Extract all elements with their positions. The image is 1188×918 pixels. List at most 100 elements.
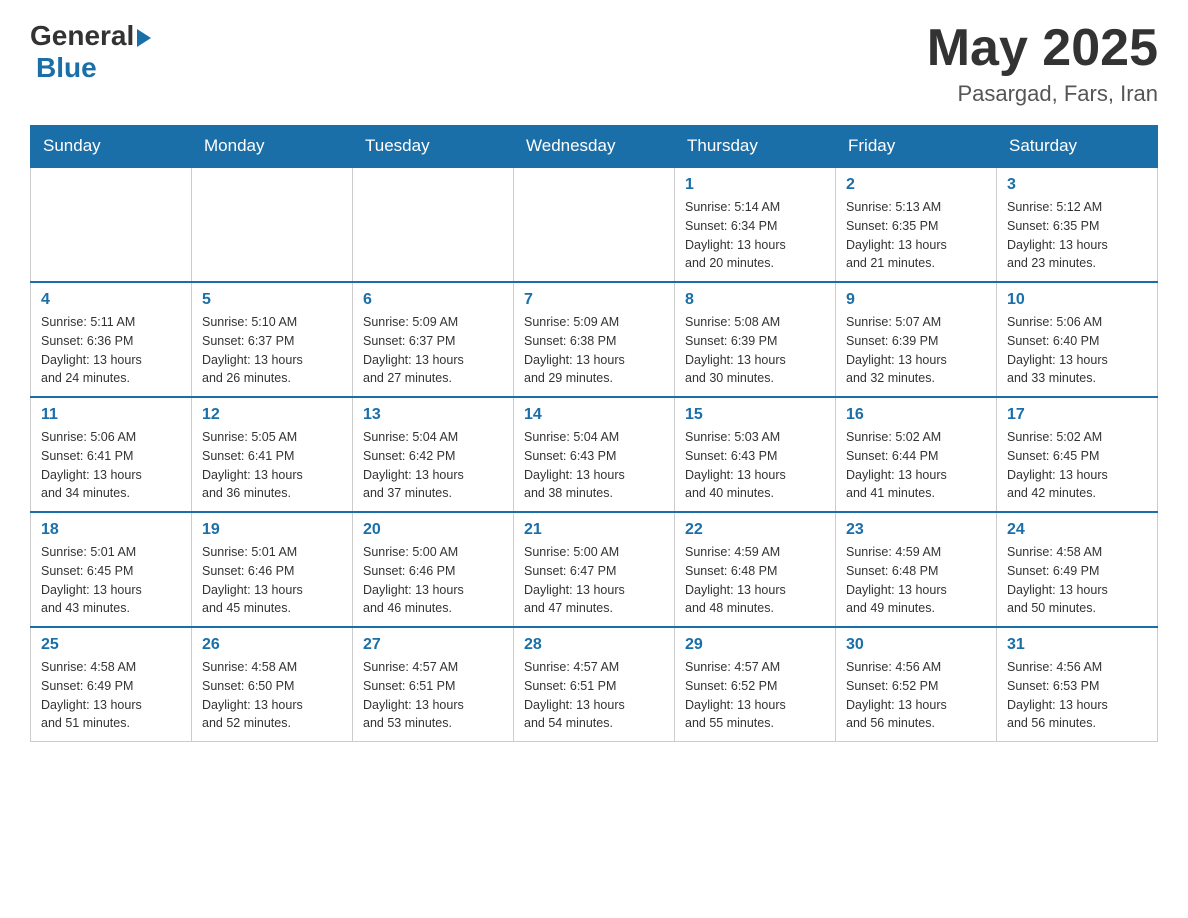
calendar-cell: 15 Sunrise: 5:03 AM Sunset: 6:43 PM Dayli… bbox=[675, 397, 836, 512]
day-info: Sunrise: 4:59 AM Sunset: 6:48 PM Dayligh… bbox=[685, 543, 825, 618]
day-number: 28 bbox=[524, 636, 664, 654]
day-info: Sunrise: 5:06 AM Sunset: 6:41 PM Dayligh… bbox=[41, 428, 181, 503]
calendar-cell bbox=[514, 167, 675, 282]
column-header-sunday: Sunday bbox=[31, 126, 192, 168]
day-info: Sunrise: 5:02 AM Sunset: 6:44 PM Dayligh… bbox=[846, 428, 986, 503]
month-year-title: May 2025 bbox=[927, 20, 1158, 77]
calendar-cell: 8 Sunrise: 5:08 AM Sunset: 6:39 PM Daylig… bbox=[675, 282, 836, 397]
day-number: 7 bbox=[524, 291, 664, 309]
week-row-5: 25 Sunrise: 4:58 AM Sunset: 6:49 PM Dayli… bbox=[31, 627, 1158, 742]
calendar-cell: 22 Sunrise: 4:59 AM Sunset: 6:48 PM Dayli… bbox=[675, 512, 836, 627]
day-info: Sunrise: 4:56 AM Sunset: 6:52 PM Dayligh… bbox=[846, 658, 986, 733]
day-number: 5 bbox=[202, 291, 342, 309]
calendar-cell: 19Sunrise: 5:01 AM Sunset: 6:46 PM Dayli… bbox=[192, 512, 353, 627]
calendar-cell: 4 Sunrise: 5:11 AM Sunset: 6:36 PM Daylig… bbox=[31, 282, 192, 397]
day-info: Sunrise: 4:57 AM Sunset: 6:51 PM Dayligh… bbox=[524, 658, 664, 733]
day-info: Sunrise: 5:05 AM Sunset: 6:41 PM Dayligh… bbox=[202, 428, 342, 503]
day-number: 12 bbox=[202, 406, 342, 424]
calendar-cell: 26Sunrise: 4:58 AM Sunset: 6:50 PM Dayli… bbox=[192, 627, 353, 742]
day-number: 4 bbox=[41, 291, 181, 309]
column-header-friday: Friday bbox=[836, 126, 997, 168]
day-number: 17 bbox=[1007, 406, 1147, 424]
calendar-cell: 21 Sunrise: 5:00 AM Sunset: 6:47 PM Dayli… bbox=[514, 512, 675, 627]
week-row-1: 1 Sunrise: 5:14 AM Sunset: 6:34 PM Daylig… bbox=[31, 167, 1158, 282]
day-info: Sunrise: 4:59 AM Sunset: 6:48 PM Dayligh… bbox=[846, 543, 986, 618]
day-number: 15 bbox=[685, 406, 825, 424]
day-number: 1 bbox=[685, 176, 825, 194]
calendar-cell: 7 Sunrise: 5:09 AM Sunset: 6:38 PM Daylig… bbox=[514, 282, 675, 397]
week-row-2: 4 Sunrise: 5:11 AM Sunset: 6:36 PM Daylig… bbox=[31, 282, 1158, 397]
calendar-cell: 10 Sunrise: 5:06 AM Sunset: 6:40 PM Dayli… bbox=[997, 282, 1158, 397]
day-info: Sunrise: 4:58 AM Sunset: 6:49 PM Dayligh… bbox=[41, 658, 181, 733]
day-info: Sunrise: 4:56 AM Sunset: 6:53 PM Dayligh… bbox=[1007, 658, 1147, 733]
day-number: 11 bbox=[41, 406, 181, 424]
day-number: 13 bbox=[363, 406, 503, 424]
week-row-4: 18 Sunrise: 5:01 AM Sunset: 6:45 PM Dayli… bbox=[31, 512, 1158, 627]
day-number: 18 bbox=[41, 521, 181, 539]
day-info: Sunrise: 5:01 AM Sunset: 6:45 PM Dayligh… bbox=[41, 543, 181, 618]
day-number: 6 bbox=[363, 291, 503, 309]
day-info: Sunrise: 5:08 AM Sunset: 6:39 PM Dayligh… bbox=[685, 313, 825, 388]
logo-blue-text: Blue bbox=[36, 52, 97, 84]
day-number: 10 bbox=[1007, 291, 1147, 309]
calendar-cell: 17 Sunrise: 5:02 AM Sunset: 6:45 PM Dayli… bbox=[997, 397, 1158, 512]
calendar-cell bbox=[31, 167, 192, 282]
calendar-cell bbox=[353, 167, 514, 282]
day-info: Sunrise: 5:00 AM Sunset: 6:46 PM Dayligh… bbox=[363, 543, 503, 618]
day-number: 30 bbox=[846, 636, 986, 654]
calendar-cell: 24Sunrise: 4:58 AM Sunset: 6:49 PM Dayli… bbox=[997, 512, 1158, 627]
day-number: 8 bbox=[685, 291, 825, 309]
calendar-cell: 27Sunrise: 4:57 AM Sunset: 6:51 PM Dayli… bbox=[353, 627, 514, 742]
day-number: 31 bbox=[1007, 636, 1147, 654]
day-info: Sunrise: 5:09 AM Sunset: 6:37 PM Dayligh… bbox=[363, 313, 503, 388]
day-info: Sunrise: 5:09 AM Sunset: 6:38 PM Dayligh… bbox=[524, 313, 664, 388]
day-info: Sunrise: 5:14 AM Sunset: 6:34 PM Dayligh… bbox=[685, 198, 825, 273]
logo: General Blue bbox=[30, 20, 151, 84]
day-number: 22 bbox=[685, 521, 825, 539]
day-number: 29 bbox=[685, 636, 825, 654]
calendar-cell: 30 Sunrise: 4:56 AM Sunset: 6:52 PM Dayli… bbox=[836, 627, 997, 742]
logo-general-text: General bbox=[30, 20, 134, 52]
day-info: Sunrise: 5:11 AM Sunset: 6:36 PM Dayligh… bbox=[41, 313, 181, 388]
day-info: Sunrise: 5:13 AM Sunset: 6:35 PM Dayligh… bbox=[846, 198, 986, 273]
day-number: 21 bbox=[524, 521, 664, 539]
day-info: Sunrise: 5:04 AM Sunset: 6:42 PM Dayligh… bbox=[363, 428, 503, 503]
day-number: 2 bbox=[846, 176, 986, 194]
column-header-saturday: Saturday bbox=[997, 126, 1158, 168]
calendar-cell: 16 Sunrise: 5:02 AM Sunset: 6:44 PM Dayli… bbox=[836, 397, 997, 512]
calendar-cell: 20 Sunrise: 5:00 AM Sunset: 6:46 PM Dayli… bbox=[353, 512, 514, 627]
title-block: May 2025 Pasargad, Fars, Iran bbox=[927, 20, 1158, 107]
calendar-cell: 3Sunrise: 5:12 AM Sunset: 6:35 PM Daylig… bbox=[997, 167, 1158, 282]
column-header-thursday: Thursday bbox=[675, 126, 836, 168]
day-info: Sunrise: 5:03 AM Sunset: 6:43 PM Dayligh… bbox=[685, 428, 825, 503]
page-header: General Blue May 2025 Pasargad, Fars, Ir… bbox=[30, 20, 1158, 107]
location-subtitle: Pasargad, Fars, Iran bbox=[927, 81, 1158, 107]
calendar-cell: 12 Sunrise: 5:05 AM Sunset: 6:41 PM Dayli… bbox=[192, 397, 353, 512]
calendar-cell: 25 Sunrise: 4:58 AM Sunset: 6:49 PM Dayli… bbox=[31, 627, 192, 742]
day-number: 25 bbox=[41, 636, 181, 654]
week-row-3: 11 Sunrise: 5:06 AM Sunset: 6:41 PM Dayli… bbox=[31, 397, 1158, 512]
calendar-cell: 9 Sunrise: 5:07 AM Sunset: 6:39 PM Daylig… bbox=[836, 282, 997, 397]
calendar-table: SundayMondayTuesdayWednesdayThursdayFrid… bbox=[30, 125, 1158, 742]
day-number: 19 bbox=[202, 521, 342, 539]
day-number: 14 bbox=[524, 406, 664, 424]
day-info: Sunrise: 5:06 AM Sunset: 6:40 PM Dayligh… bbox=[1007, 313, 1147, 388]
calendar-cell: 29 Sunrise: 4:57 AM Sunset: 6:52 PM Dayli… bbox=[675, 627, 836, 742]
day-info: Sunrise: 4:57 AM Sunset: 6:52 PM Dayligh… bbox=[685, 658, 825, 733]
calendar-cell: 18 Sunrise: 5:01 AM Sunset: 6:45 PM Dayli… bbox=[31, 512, 192, 627]
day-number: 9 bbox=[846, 291, 986, 309]
day-number: 16 bbox=[846, 406, 986, 424]
day-info: Sunrise: 5:00 AM Sunset: 6:47 PM Dayligh… bbox=[524, 543, 664, 618]
day-info: Sunrise: 5:07 AM Sunset: 6:39 PM Dayligh… bbox=[846, 313, 986, 388]
calendar-cell: 14 Sunrise: 5:04 AM Sunset: 6:43 PM Dayli… bbox=[514, 397, 675, 512]
day-number: 24 bbox=[1007, 521, 1147, 539]
day-info: Sunrise: 5:12 AM Sunset: 6:35 PM Dayligh… bbox=[1007, 198, 1147, 273]
calendar-cell: 31 Sunrise: 4:56 AM Sunset: 6:53 PM Dayli… bbox=[997, 627, 1158, 742]
day-number: 20 bbox=[363, 521, 503, 539]
day-info: Sunrise: 5:02 AM Sunset: 6:45 PM Dayligh… bbox=[1007, 428, 1147, 503]
calendar-cell: 6 Sunrise: 5:09 AM Sunset: 6:37 PM Daylig… bbox=[353, 282, 514, 397]
calendar-cell: 1 Sunrise: 5:14 AM Sunset: 6:34 PM Daylig… bbox=[675, 167, 836, 282]
day-info: Sunrise: 5:04 AM Sunset: 6:43 PM Dayligh… bbox=[524, 428, 664, 503]
calendar-cell: 5Sunrise: 5:10 AM Sunset: 6:37 PM Daylig… bbox=[192, 282, 353, 397]
day-number: 26 bbox=[202, 636, 342, 654]
